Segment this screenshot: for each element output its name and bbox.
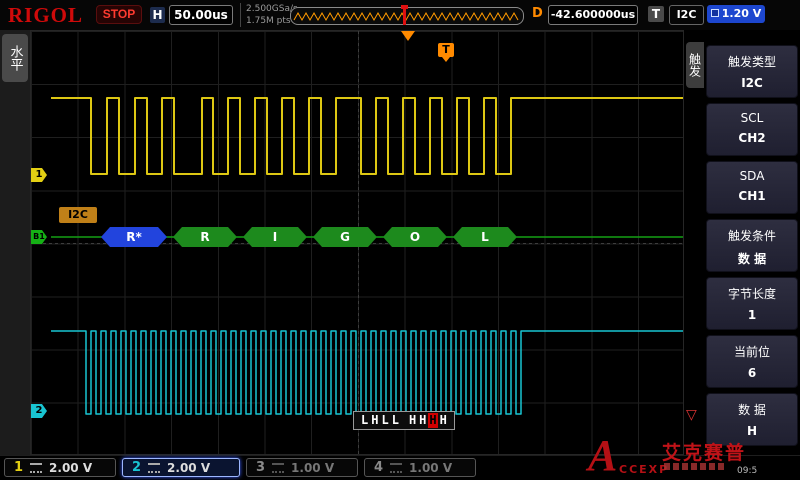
trigger-menu-tab[interactable]: 触发 xyxy=(686,42,704,88)
pattern-bit-7: H xyxy=(439,413,448,428)
trigger-level-flag[interactable]: T xyxy=(438,43,454,57)
menu-item-2[interactable]: SCL CH2 xyxy=(706,103,798,156)
menu-item-value: I2C xyxy=(707,76,797,90)
menu-item-value: CH1 xyxy=(707,189,797,203)
menu-item-6[interactable]: 当前位 6 xyxy=(706,335,798,388)
ch1-waveform xyxy=(51,98,683,174)
menu-item-1[interactable]: 触发类型 I2C xyxy=(706,45,798,98)
ch2-waveform xyxy=(51,331,683,414)
brand-logo: RIGOL xyxy=(8,3,83,28)
trigger-pattern-box: LHLLHHHH xyxy=(353,411,455,430)
delay-value-box: -42.600000us xyxy=(548,5,638,25)
menu-item-label: 触发类型 xyxy=(707,53,797,70)
oscilloscope-screen: RIGOL STOP H 50.00us 2.500GSa/s 1.75M pt… xyxy=(0,0,800,480)
menu-item-5[interactable]: 字节长度 1 xyxy=(706,277,798,330)
pattern-bit-6: H xyxy=(428,413,437,428)
channel-1-box[interactable]: 1 2.00 V xyxy=(4,458,116,477)
clock-text: 09:5 xyxy=(737,466,757,476)
coupling-icon xyxy=(148,463,160,473)
left-sidebar: 水平 xyxy=(0,30,30,455)
channel-number: 2 xyxy=(132,460,141,475)
decode-bubble-4: G xyxy=(313,227,377,247)
menu-item-value: 6 xyxy=(707,366,797,380)
pattern-bit-1: H xyxy=(370,413,379,428)
menu-item-value: 1 xyxy=(707,308,797,322)
pattern-bit-3: L xyxy=(391,413,400,428)
channel-2-box[interactable]: 2 2.00 V xyxy=(122,458,240,477)
channel-scale: 1.00 V xyxy=(409,461,452,475)
menu-item-value: CH2 xyxy=(707,131,797,145)
trigger-level-icon xyxy=(711,9,719,17)
trigger-position-icon[interactable] xyxy=(401,31,415,41)
trigger-type-box[interactable]: I2C xyxy=(669,5,704,25)
channel-scale: 2.00 V xyxy=(167,461,210,475)
channel-scale: 1.00 V xyxy=(291,461,334,475)
channel-number: 3 xyxy=(256,460,265,475)
coupling-icon xyxy=(272,463,284,473)
menu-item-4[interactable]: 触发条件数 据 xyxy=(706,219,798,272)
decode-bubble-1: R* xyxy=(101,227,167,247)
coupling-icon xyxy=(30,463,42,473)
menu-item-value: H xyxy=(707,424,797,438)
timebase-box[interactable]: 50.00us xyxy=(169,5,233,25)
coupling-icon xyxy=(390,463,402,473)
pattern-bit-2: L xyxy=(380,413,389,428)
trigger-level-indicator-icon: ▽ xyxy=(686,408,697,422)
horizontal-position-bar[interactable] xyxy=(290,7,524,25)
channel-number: 1 xyxy=(14,460,23,475)
pattern-bit-0: L xyxy=(360,413,369,428)
menu-item-label: 触发条件 xyxy=(707,227,797,244)
menu-item-label: 当前位 xyxy=(707,343,797,360)
decode-bubble-6: L xyxy=(453,227,517,247)
trigger-menu: 触发类型I2CSCLCH2SDACH1触发条件数 据字节长度1当前位6数 据H xyxy=(704,30,800,455)
horizontal-menu-tab[interactable]: 水平 xyxy=(2,34,28,82)
menu-item-label: SDA xyxy=(707,169,797,183)
delay-label: D xyxy=(532,6,543,21)
menu-item-7[interactable]: 数 据 H xyxy=(706,393,798,446)
channel-4-box[interactable]: 4 1.00 V xyxy=(364,458,476,477)
pattern-bit-4: H xyxy=(408,413,417,428)
channel-3-box[interactable]: 3 1.00 V xyxy=(246,458,358,477)
trigger-level-box[interactable]: 1.20 V xyxy=(707,5,765,23)
trigger-level-value: 1.20 V xyxy=(722,7,761,20)
top-bar: RIGOL STOP H 50.00us 2.500GSa/s 1.75M pt… xyxy=(0,0,800,31)
channel-scale: 2.00 V xyxy=(49,461,92,475)
waveform-thumbnail xyxy=(291,8,521,24)
decode-bubble-2: R xyxy=(173,227,237,247)
menu-item-label: 字节长度 xyxy=(707,285,797,302)
horizontal-label: H xyxy=(150,7,165,23)
menu-item-label: SCL xyxy=(707,111,797,125)
waveform-display: I2C R*RIGOL 1 B1 2 T LHLLHHHH xyxy=(30,30,684,455)
decode-bubble-3: I xyxy=(243,227,307,247)
menu-item-3[interactable]: SDA CH1 xyxy=(706,161,798,214)
channel-number: 4 xyxy=(374,460,383,475)
decode-bubble-5: O xyxy=(383,227,447,247)
decode-bus-label: I2C xyxy=(59,207,97,223)
menu-item-label: 数 据 xyxy=(707,401,797,418)
pattern-bit-5: H xyxy=(418,413,427,428)
trigger-status-icon: T xyxy=(648,6,664,22)
bottom-bar: 09:5 1 2.00 V 2 2.00 V 3 1.00 V 4 1.00 V xyxy=(0,455,800,480)
run-state-button[interactable]: STOP xyxy=(96,5,142,24)
right-strip: 触发 ▽ xyxy=(684,30,704,455)
menu-item-value: 数 据 xyxy=(707,250,797,267)
trigger-position-marker[interactable] xyxy=(403,7,406,25)
